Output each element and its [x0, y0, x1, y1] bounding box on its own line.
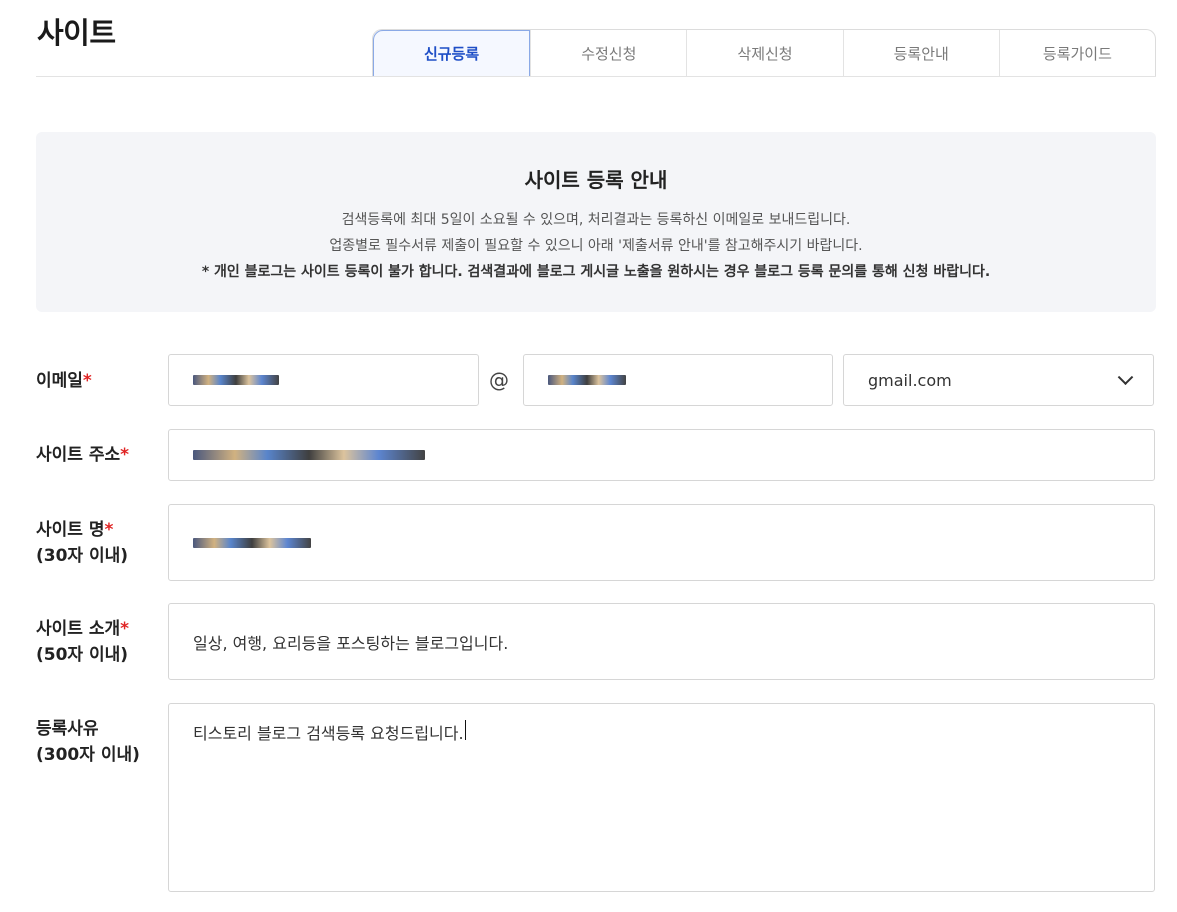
page-title: 사이트 [37, 16, 116, 50]
reason-value: 티스토리 블로그 검색등록 요청드립니다. [193, 724, 464, 743]
email-domain-input[interactable] [523, 354, 833, 406]
required-mark: * [104, 520, 114, 540]
notice-warning-line: * 개인 블로그는 사이트 등록이 불가 합니다. 검색결과에 블로그 게시글 … [201, 264, 991, 280]
redacted-value [548, 375, 626, 385]
reason-limit: (300자 이내) [36, 745, 140, 765]
site-url-input[interactable] [168, 429, 1155, 481]
site-intro-value: 일상, 여행, 요리등을 포스팅하는 블로그입니다. [193, 633, 509, 653]
reason-label: 등록사유 (300자 이내) [36, 716, 140, 768]
email-label-text: 이메일 [36, 371, 83, 391]
notice-title: 사이트 등록 안내 [524, 168, 668, 192]
tab-registration-guide[interactable]: 등록가이드 [998, 30, 1155, 77]
tab-delete-request[interactable]: 삭제신청 [686, 30, 842, 77]
text-cursor [464, 720, 466, 740]
site-name-label: 사이트 명* (30자 이내) [36, 517, 128, 569]
required-mark: * [82, 371, 92, 391]
email-id-input[interactable] [168, 354, 479, 406]
at-symbol: @ [489, 368, 509, 392]
site-intro-limit: (50자 이내) [36, 645, 129, 665]
tab-new-registration[interactable]: 신규등록 [373, 30, 531, 77]
chevron-down-icon [1117, 369, 1134, 386]
site-name-label-text: 사이트 명 [36, 520, 105, 540]
site-url-label-text: 사이트 주소 [36, 445, 121, 465]
required-mark: * [120, 619, 130, 639]
header-divider [36, 76, 1156, 77]
reason-label-text: 등록사유 [36, 719, 99, 739]
site-intro-input[interactable]: 일상, 여행, 요리등을 포스팅하는 블로그입니다. [168, 603, 1155, 680]
notice-line: 검색등록에 최대 5일이 소요될 수 있으며, 처리결과는 등록하신 이메일로 … [341, 212, 851, 228]
site-url-label: 사이트 주소* [36, 442, 129, 468]
notice-line: 업종별로 필수서류 제출이 필요할 수 있으니 아래 '제출서류 안내'를 참고… [329, 238, 863, 254]
redacted-value [193, 450, 425, 460]
reason-textarea[interactable]: 티스토리 블로그 검색등록 요청드립니다. [168, 703, 1155, 892]
site-name-limit: (30자 이내) [36, 546, 129, 566]
email-domain-select-value: gmail.com [868, 370, 952, 390]
email-label: 이메일* [36, 368, 92, 394]
notice-box: 사이트 등록 안내 검색등록에 최대 5일이 소요될 수 있으며, 처리결과는 … [36, 132, 1156, 312]
email-domain-select[interactable]: gmail.com [843, 354, 1154, 406]
redacted-value [193, 537, 311, 548]
site-intro-label: 사이트 소개* (50자 이내) [36, 616, 129, 668]
site-name-input[interactable] [168, 504, 1155, 581]
required-mark: * [120, 445, 130, 465]
tab-bar: 신규등록 수정신청 삭제신청 등록안내 등록가이드 [372, 29, 1156, 77]
site-intro-label-text: 사이트 소개 [36, 619, 121, 639]
tab-edit-request[interactable]: 수정신청 [530, 30, 686, 77]
redacted-value [193, 375, 279, 385]
tab-registration-info[interactable]: 등록안내 [842, 30, 999, 77]
